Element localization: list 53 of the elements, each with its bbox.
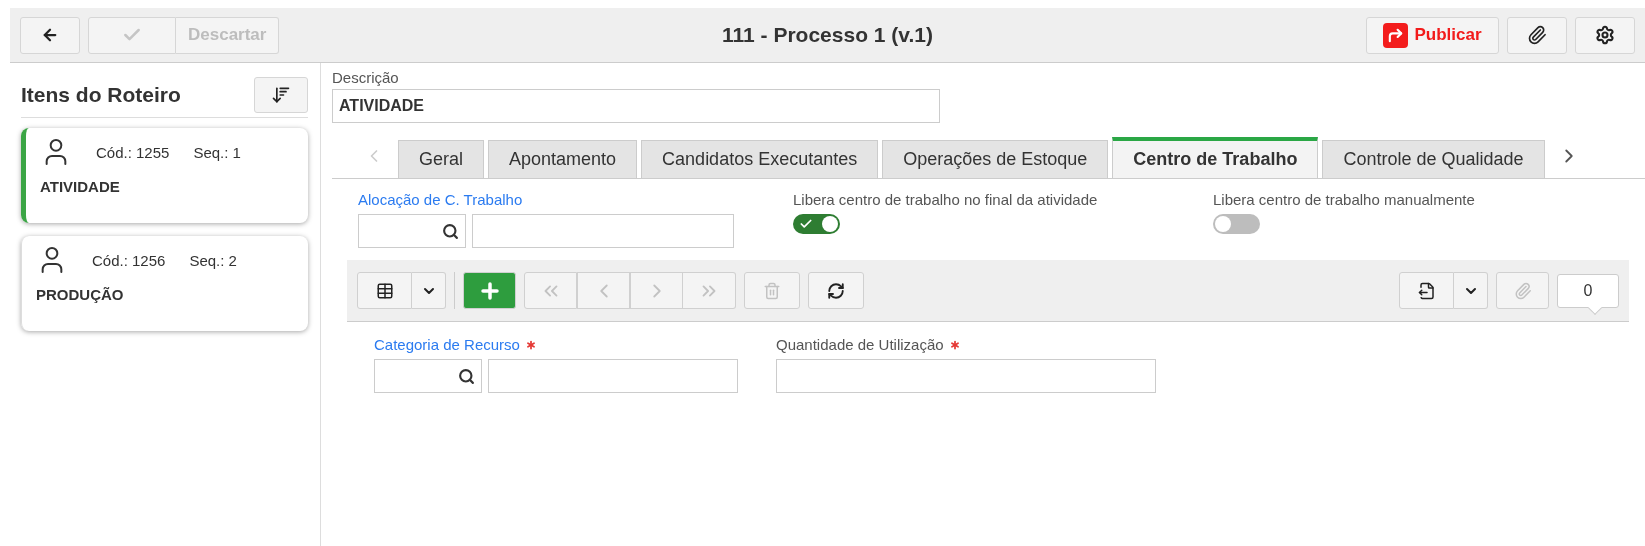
check-icon: [799, 217, 813, 231]
sort-icon: [271, 85, 291, 105]
route-item-card[interactable]: Cód.: 1255 Seq.: 1 ATIVIDADE: [21, 128, 308, 223]
lookup-field[interactable]: [358, 214, 466, 248]
settings-button[interactable]: [1575, 16, 1635, 54]
field-label: Quantidade de Utilização: [776, 336, 1140, 353]
grid-view-button[interactable]: [357, 272, 412, 309]
page-title: 111 - Processo 1 (v.1): [722, 23, 933, 47]
refresh-icon: [827, 281, 845, 300]
export-button[interactable]: [1399, 272, 1454, 309]
description-field[interactable]: ATIVIDADE: [332, 89, 940, 123]
attach-button[interactable]: [1507, 16, 1567, 54]
export-file-icon: [1417, 281, 1436, 300]
tab[interactable]: Candidatos Executantes: [641, 140, 879, 178]
trash-icon: [763, 281, 781, 300]
table-icon: [375, 281, 394, 300]
sort-button[interactable]: [254, 77, 308, 113]
item-name: PRODUÇÃO: [36, 286, 125, 303]
input-field[interactable]: [488, 359, 738, 393]
tab[interactable]: Centro de Trabalho: [1112, 137, 1319, 178]
item-sequence: Seq.: 2: [189, 251, 237, 269]
input-field[interactable]: [776, 359, 1156, 393]
search-icon: [442, 222, 459, 240]
input-field[interactable]: [472, 214, 734, 248]
export-dropdown-button[interactable]: [1454, 272, 1488, 309]
item-name: ATIVIDADE: [40, 178, 121, 195]
refresh-button[interactable]: [808, 272, 864, 309]
back-button[interactable]: [20, 16, 80, 54]
item-code: Cód.: 1255: [96, 143, 170, 161]
add-button[interactable]: [463, 272, 516, 309]
tab[interactable]: Apontamento: [488, 140, 638, 178]
paperclip-icon: [1527, 25, 1547, 45]
item-code: Cód.: 1256: [92, 251, 166, 269]
search-icon: [458, 367, 475, 385]
dropdown-button[interactable]: [412, 272, 446, 309]
publish-button[interactable]: Publicar: [1366, 16, 1499, 54]
toggle-label: Libera centro de trabalho manualmente: [1213, 191, 1476, 208]
field-label[interactable]: Alocação de C. Trabalho: [358, 191, 793, 208]
paperclip-icon: [1513, 281, 1532, 300]
tab[interactable]: Controle de Qualidade: [1322, 140, 1545, 178]
field-label[interactable]: Categoria de Recurso: [374, 336, 738, 353]
route-item-card[interactable]: Cód.: 1256 Seq.: 2 PRODUÇÃO: [21, 236, 308, 331]
sidebar-title: Itens do Roteiro: [21, 83, 181, 107]
tab[interactable]: Operações de Estoque: [882, 140, 1109, 178]
item-sequence: Seq.: 1: [193, 143, 241, 161]
lookup-field[interactable]: [374, 359, 482, 393]
toggle-switch[interactable]: [1213, 214, 1260, 234]
toggle-switch[interactable]: [793, 214, 840, 234]
settings-icon: [1595, 25, 1615, 45]
tab[interactable]: Geral: [398, 140, 484, 178]
publish-icon: [1383, 22, 1409, 48]
description-label: Descrição: [332, 69, 399, 86]
toggle-label: Libera centro de trabalho no final da atividade: [793, 191, 1099, 208]
